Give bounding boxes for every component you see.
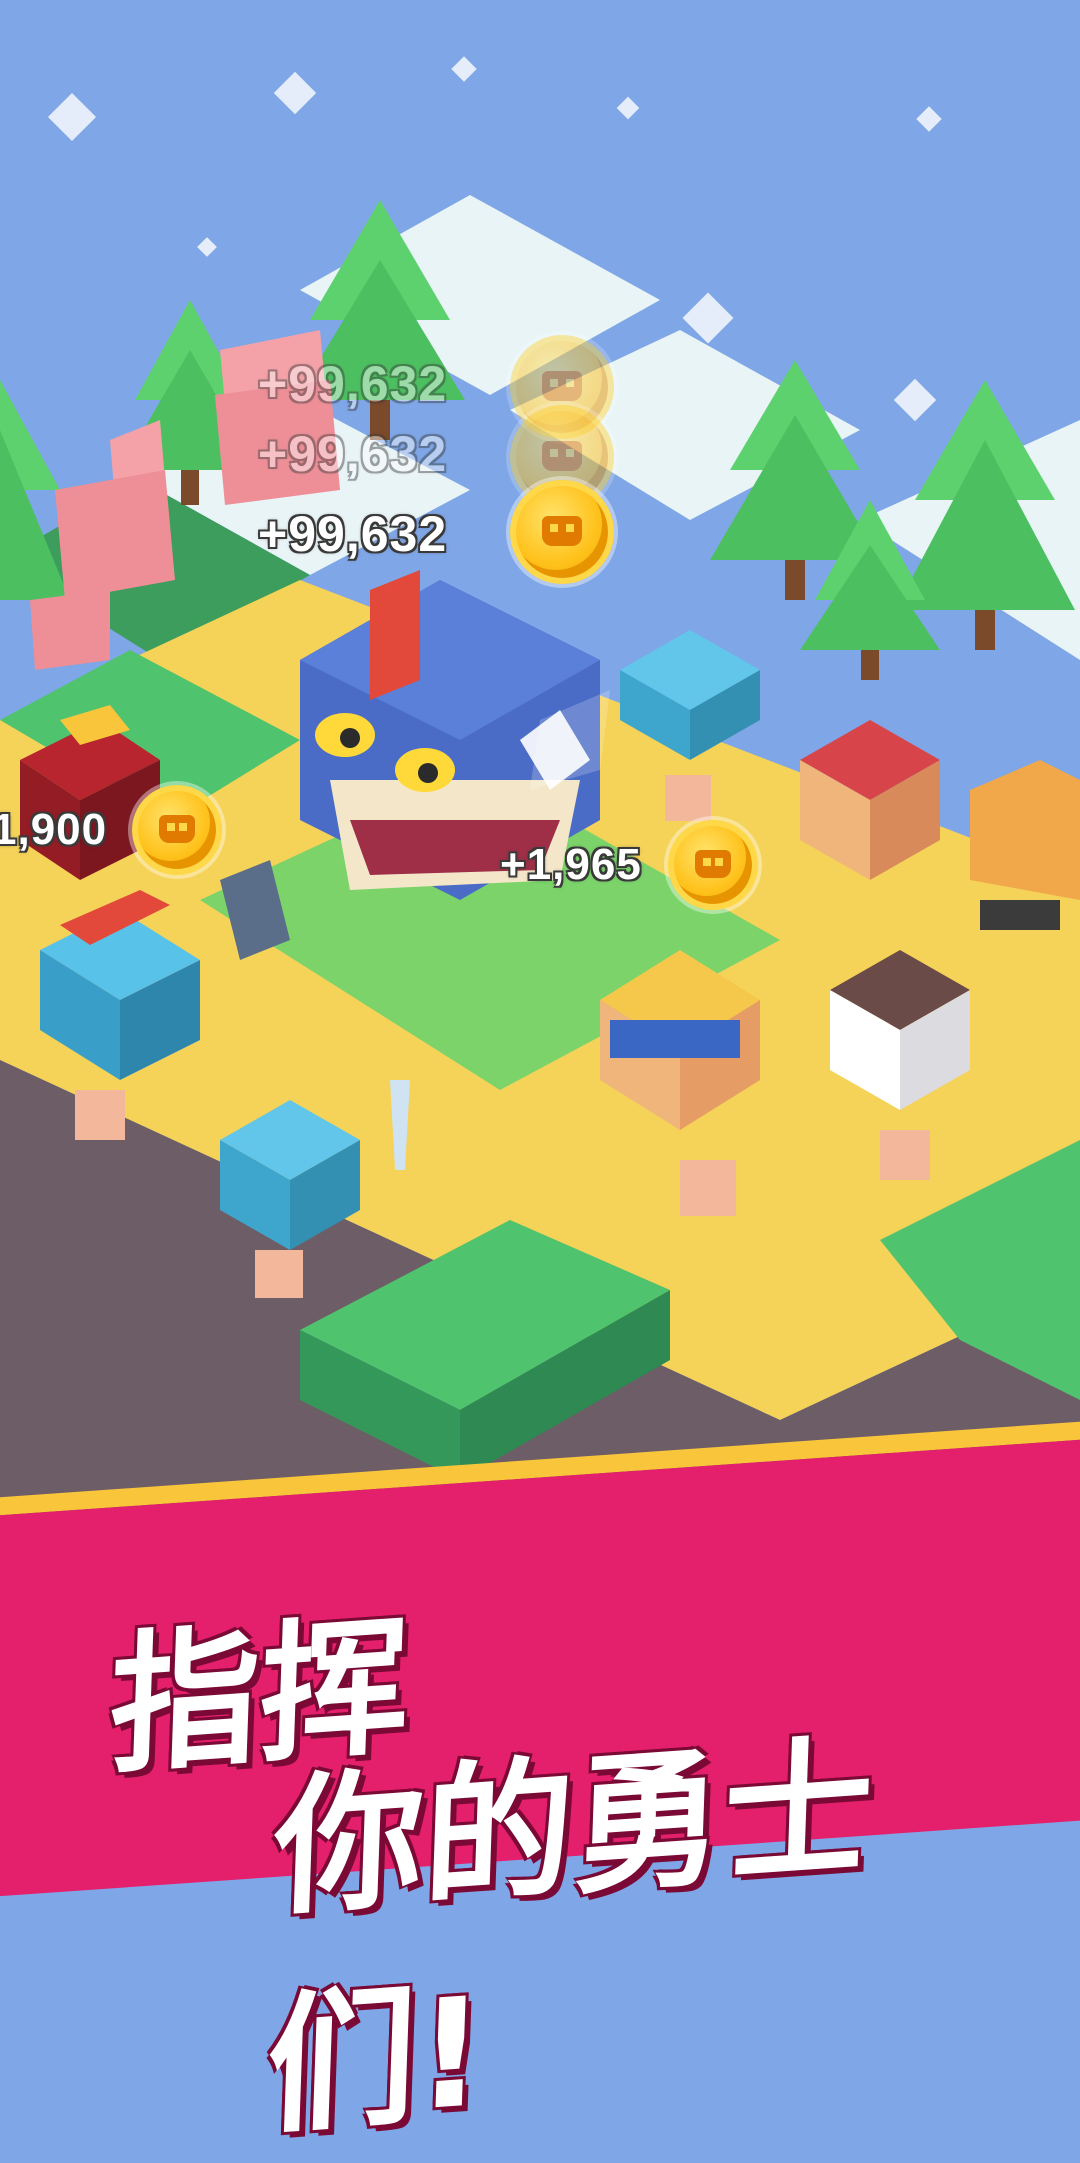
slogan-line-2: 你的勇士们!: [263, 1720, 876, 2156]
reward-text-left: 1,900: [0, 805, 108, 854]
reward-text-2: +99,632: [258, 426, 448, 482]
coin-icon: [132, 785, 222, 875]
reward-text-1: +99,632: [258, 356, 448, 412]
coin-icon: [668, 820, 758, 910]
reward-text-3: +99,632: [258, 506, 448, 562]
reward-text-hero: +1,965: [500, 840, 642, 889]
coin-icon: [510, 480, 614, 584]
